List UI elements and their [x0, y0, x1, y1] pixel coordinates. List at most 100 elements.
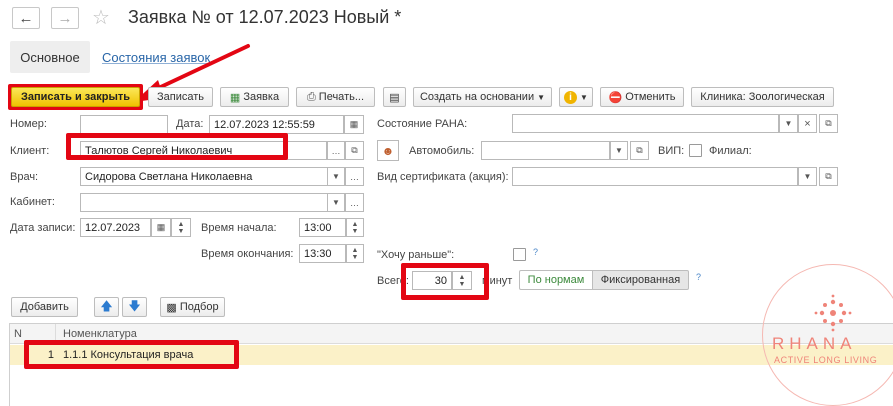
cert-label: Вид сертификата (акция): — [377, 171, 509, 183]
end-time-label: Время окончания: — [201, 248, 294, 260]
request-button[interactable]: ▦ Заявка — [220, 87, 289, 107]
rana-state-label: Состояние РАНА: — [377, 118, 468, 130]
client-open-button[interactable]: ⧉ — [345, 141, 364, 160]
chevron-down-icon: ▼ — [803, 172, 812, 181]
move-up-button[interactable]: 🡅 — [94, 297, 119, 317]
save-button[interactable]: Записать — [148, 87, 213, 107]
number-label: Номер: — [10, 118, 47, 130]
watermark-tagline: ACTIVE LONG LIVING — [774, 355, 878, 365]
print-button[interactable]: ⎙ Печать... — [296, 87, 375, 107]
save-close-button[interactable]: Записать и закрыть — [11, 87, 140, 107]
create-based-button[interactable]: Создать на основании ▼ — [413, 87, 552, 107]
pick-icon: ▩ — [166, 301, 177, 314]
client-label: Клиент: — [10, 145, 50, 157]
cert-open-button[interactable]: ⧉ — [819, 167, 838, 186]
user-search-button[interactable]: ☻ — [377, 140, 399, 161]
clinic-button[interactable]: Клиника: Зоологическая — [691, 87, 834, 107]
user-search-icon: ☻ — [381, 143, 395, 158]
watermark-brand: RHANA — [772, 334, 857, 353]
start-time-label: Время начала: — [201, 222, 277, 234]
close-icon: × — [804, 117, 811, 130]
cancel-icon: ⛔ — [608, 91, 623, 104]
want-earlier-checkbox[interactable] — [513, 248, 526, 261]
cert-dropdown-button[interactable]: ▼ — [798, 167, 817, 186]
cabinet-field[interactable] — [80, 193, 345, 212]
doctor-label: Врач: — [10, 171, 39, 183]
end-time-field[interactable]: 13:30 — [299, 244, 346, 263]
cabinet-select-button[interactable]: … — [345, 193, 364, 212]
annotation-total — [401, 263, 489, 300]
fixed-toggle[interactable]: Фиксированная — [592, 270, 689, 290]
arrow-left-icon: ← — [18, 9, 34, 27]
fixed-help[interactable]: ? — [696, 272, 701, 282]
column-header-n: N — [14, 328, 22, 340]
end-time-spinner[interactable]: ▲ ▼ — [346, 244, 364, 263]
car-dropdown-button[interactable]: ▼ — [610, 141, 628, 160]
start-time-field[interactable]: 13:00 — [299, 218, 346, 237]
arrow-right-icon: → — [57, 9, 73, 27]
start-time-spinner[interactable]: ▲ ▼ — [346, 218, 364, 237]
info-icon: i — [564, 90, 578, 104]
add-button[interactable]: Добавить — [11, 297, 78, 317]
annotation-client — [66, 133, 288, 160]
spin-up-icon: ▲ — [351, 246, 359, 254]
spin-down-icon: ▼ — [351, 253, 359, 261]
chevron-down-icon: ▼ — [580, 92, 588, 102]
cancel-button[interactable]: ⛔ Отменить — [600, 87, 684, 107]
rhana-watermark: RHANA ACTIVE LONG LIVING — [762, 264, 893, 406]
arrow-up-icon: 🡅 — [100, 298, 113, 313]
rana-state-field[interactable] — [512, 114, 779, 133]
date-label: Дата: — [176, 118, 204, 130]
back-button[interactable]: ← — [12, 7, 40, 29]
car-open-button[interactable]: ⧉ — [630, 141, 649, 160]
arrow-down-icon: 🡇 — [128, 298, 141, 313]
spin-up-icon: ▲ — [351, 220, 359, 228]
open-icon: ⧉ — [825, 171, 832, 181]
by-norms-toggle[interactable]: По нормам — [519, 270, 593, 290]
car-field[interactable] — [481, 141, 610, 160]
spin-down-icon: ▼ — [177, 227, 185, 235]
spin-down-icon: ▼ — [351, 227, 359, 235]
rana-state-dropdown-button[interactable]: ▼ — [779, 114, 798, 133]
record-date-spinner[interactable]: ▲ ▼ — [171, 218, 191, 237]
info-button[interactable]: i ▼ — [559, 87, 593, 107]
star-icon[interactable]: ☆ — [92, 5, 110, 30]
vip-checkbox[interactable] — [689, 144, 702, 157]
car-label: Автомобиль: — [409, 145, 475, 157]
number-field[interactable] — [80, 115, 168, 134]
calendar-icon: ▦ — [156, 222, 166, 232]
pick-button[interactable]: ▩ Подбор — [160, 297, 225, 317]
move-down-button[interactable]: 🡇 — [122, 297, 147, 317]
request-icon: ▦ — [229, 91, 241, 104]
tab-main[interactable]: Основное — [10, 41, 90, 73]
printer-icon: ⎙ — [306, 90, 316, 103]
chevron-down-icon: ▼ — [615, 146, 623, 155]
calendar-button[interactable]: ▦ — [344, 115, 364, 134]
open-icon: ⧉ — [825, 118, 832, 128]
open-icon: ⧉ — [351, 145, 358, 155]
rana-state-clear-button[interactable]: × — [798, 114, 817, 133]
doctor-dropdown-button[interactable]: ▼ — [327, 167, 345, 186]
cabinet-dropdown-button[interactable]: ▼ — [327, 193, 345, 212]
column-header-item: Номенклатура — [63, 328, 137, 340]
rana-state-open-button[interactable]: ⧉ — [819, 114, 838, 133]
forward-button[interactable]: → — [51, 7, 79, 29]
record-date-field[interactable]: 12.07.2023 — [80, 218, 151, 237]
window-title: Заявка № от 12.07.2023 Новый * — [128, 7, 402, 27]
doctor-select-button[interactable]: … — [345, 167, 364, 186]
record-date-calendar-button[interactable]: ▦ — [151, 218, 171, 237]
open-icon: ⧉ — [636, 145, 643, 155]
chevron-down-icon: ▼ — [784, 119, 793, 128]
vip-label: ВИП: — [658, 145, 685, 157]
document-button[interactable]: ▤ — [383, 87, 406, 107]
date-field[interactable]: 12.07.2023 12:55:59 — [209, 115, 344, 134]
want-earlier-label: "Хочу раньше": — [377, 249, 455, 261]
want-earlier-help[interactable]: ? — [533, 247, 538, 257]
doctor-field[interactable]: Сидорова Светлана Николаевна — [80, 167, 345, 186]
cert-field[interactable] — [512, 167, 798, 186]
calendar-icon: ▦ — [349, 119, 359, 129]
rhana-logo-icon — [814, 294, 852, 332]
spin-up-icon: ▲ — [177, 220, 185, 228]
cabinet-label: Кабинет: — [10, 196, 55, 208]
client-select-button[interactable]: … — [327, 141, 345, 160]
